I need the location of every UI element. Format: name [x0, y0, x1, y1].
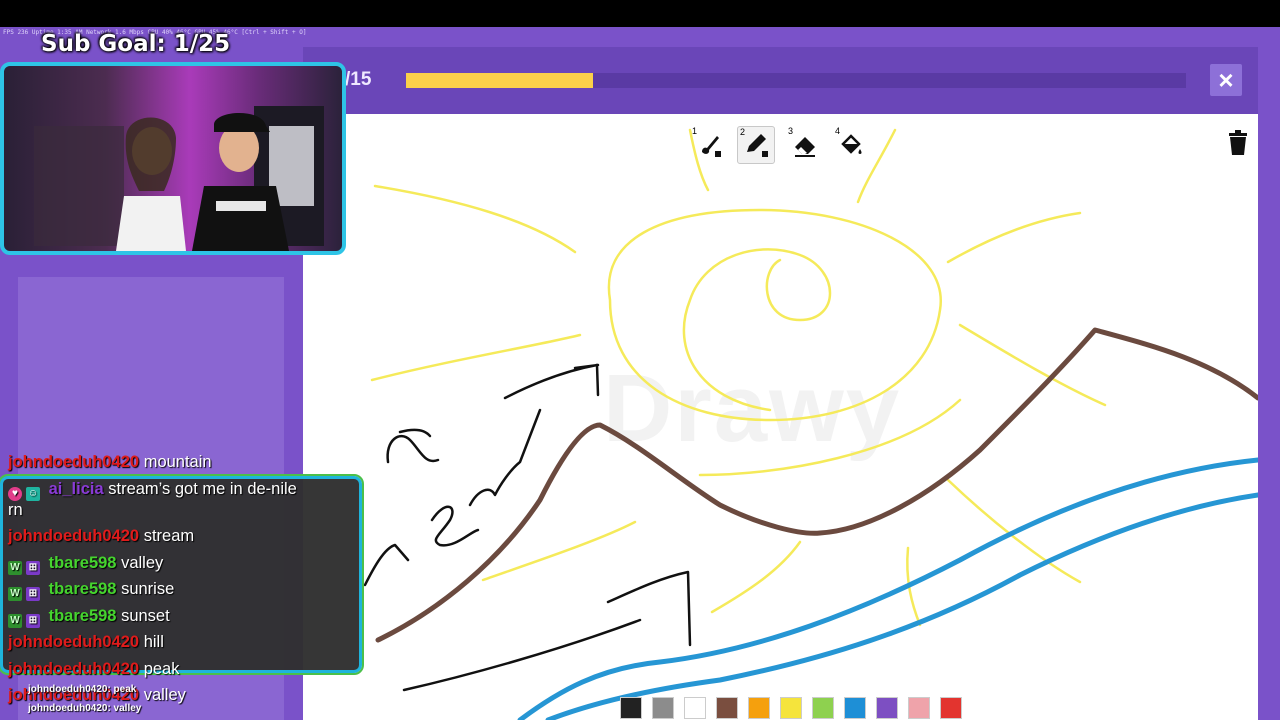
chat-message-continuation: rn: [8, 501, 23, 519]
ink-strokes: [363, 363, 692, 692]
color-swatch[interactable]: [620, 697, 642, 719]
trash-icon[interactable]: [1226, 130, 1250, 156]
color-swatch[interactable]: [684, 697, 706, 719]
color-swatch[interactable]: [748, 697, 770, 719]
guess-overlay-line: johndoeduh0420: peak: [28, 684, 137, 695]
color-swatch[interactable]: [940, 697, 962, 719]
color-swatch[interactable]: [652, 697, 674, 719]
guess-overlay-line: johndoeduh0420: valley: [28, 703, 142, 714]
w-badge-icon: W: [8, 614, 22, 628]
chat-message: johndoeduh0420 hill: [8, 633, 164, 651]
chat-message: W ⊞ tbare598 valley: [8, 554, 163, 575]
color-swatch[interactable]: [716, 697, 738, 719]
pencil-icon: [747, 134, 768, 157]
drawing-strokes: [363, 128, 1258, 720]
webcam-scene: [34, 106, 324, 251]
chat-message: johndoeduh0420 stream: [8, 527, 195, 545]
eraser-icon: [795, 137, 815, 157]
sub-goal-label: Sub Goal: 1/25: [41, 31, 231, 57]
color-swatch[interactable]: [908, 697, 930, 719]
gift-badge-icon: ⊞: [26, 587, 40, 601]
brush-tool[interactable]: 1: [690, 126, 728, 164]
bot-badge-icon: ☺: [26, 487, 40, 501]
mountain-stroke: [375, 327, 1258, 643]
top-black-bar: [0, 0, 1280, 27]
color-palette: [620, 697, 962, 719]
heart-badge-icon: ♥: [8, 487, 22, 501]
gift-badge-icon: ⊞: [26, 614, 40, 628]
sun-strokes: [370, 128, 1107, 627]
chat-message: W ⊞ tbare598 sunset: [8, 607, 170, 628]
chat-message: johndoeduh0420 mountain: [8, 453, 212, 471]
eraser-tool[interactable]: 3: [786, 126, 824, 164]
timer-progress-bar: [406, 73, 1186, 88]
webcam-feed: [0, 62, 346, 255]
round-counter: /15: [345, 69, 372, 90]
pencil-tool[interactable]: 2: [737, 126, 775, 164]
w-badge-icon: W: [8, 587, 22, 601]
timer-progress-fill: [406, 73, 594, 88]
stream-page: FPS 236 Uptime 1:35 AM Network 1.6 Mbps …: [0, 0, 1280, 720]
drawing-canvas[interactable]: Drawy: [303, 114, 1258, 720]
chat-message: ♥ ☺ ai_licia stream’s got me in de-nile: [8, 480, 297, 501]
color-swatch[interactable]: [844, 697, 866, 719]
chat-message: johndoeduh0420 peak: [8, 660, 180, 678]
fill-tool[interactable]: 4: [833, 126, 871, 164]
brush-icon: [702, 136, 721, 157]
close-button[interactable]: ×: [1210, 64, 1242, 96]
gift-badge-icon: ⊞: [26, 561, 40, 575]
color-swatch[interactable]: [780, 697, 802, 719]
paint-bucket-icon: [841, 134, 862, 154]
color-swatch[interactable]: [876, 697, 898, 719]
chat-message: W ⊞ tbare598 sunrise: [8, 580, 174, 601]
color-swatch[interactable]: [812, 697, 834, 719]
chat-panel: johndoeduh0420 mountain ♥ ☺ ai_licia stre…: [0, 432, 364, 720]
river-strokes: [517, 457, 1258, 720]
w-badge-icon: W: [8, 561, 22, 575]
